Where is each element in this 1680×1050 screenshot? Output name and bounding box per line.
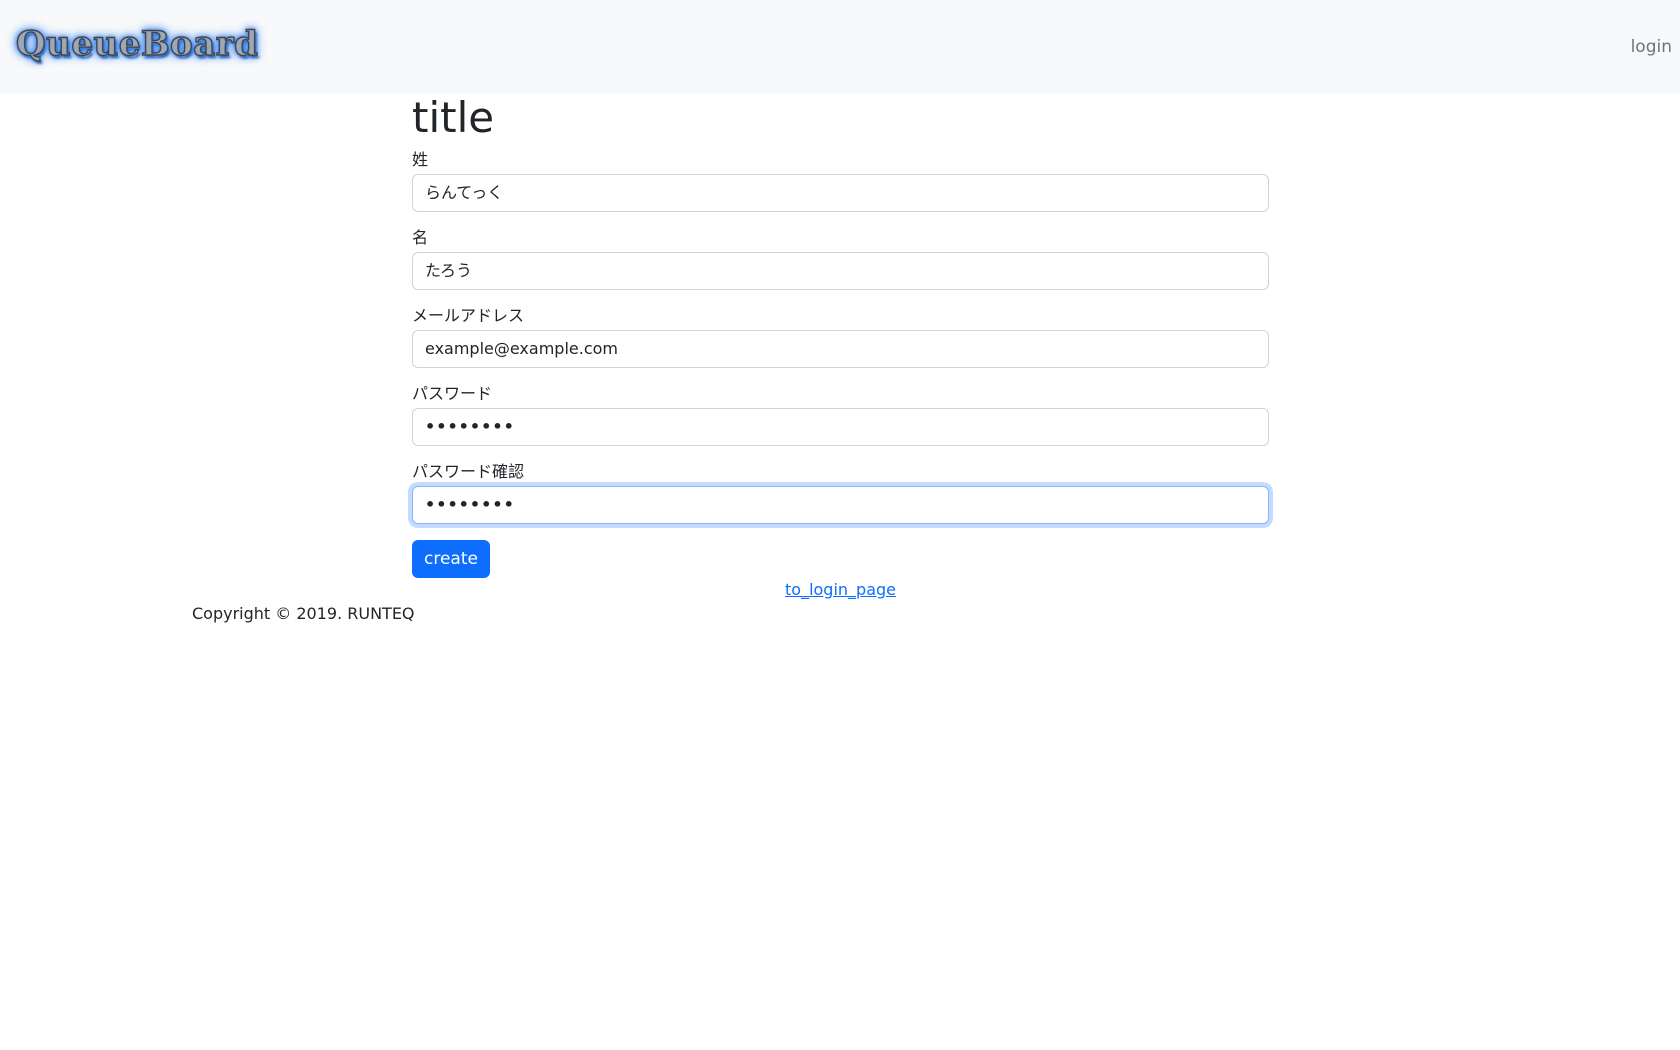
password-input[interactable]: •••••••• [412,408,1269,446]
email-label: メールアドレス [412,306,525,325]
last-name-input[interactable]: らんてっく [412,174,1269,212]
copyright-text: Copyright © 2019. RUNTEQ [192,604,415,623]
first-name-input[interactable]: たろう [412,252,1269,290]
to-login-page-link[interactable]: to_login_page [412,579,1269,601]
password-confirmation-label: パスワード確認 [412,462,525,481]
first-name-label: 名 [412,228,429,247]
nav-login-link[interactable]: login [1631,36,1672,58]
last-name-label: 姓 [412,150,429,169]
password-confirmation-input[interactable]: •••••••• [412,486,1269,524]
password-label: パスワード [412,384,493,403]
email-input[interactable]: example@example.com [412,330,1269,368]
navbar: QueueBoard login [0,0,1680,94]
brand-logo[interactable]: QueueBoard [15,22,258,66]
create-button[interactable]: create [412,540,490,578]
page-title: title [412,93,495,142]
